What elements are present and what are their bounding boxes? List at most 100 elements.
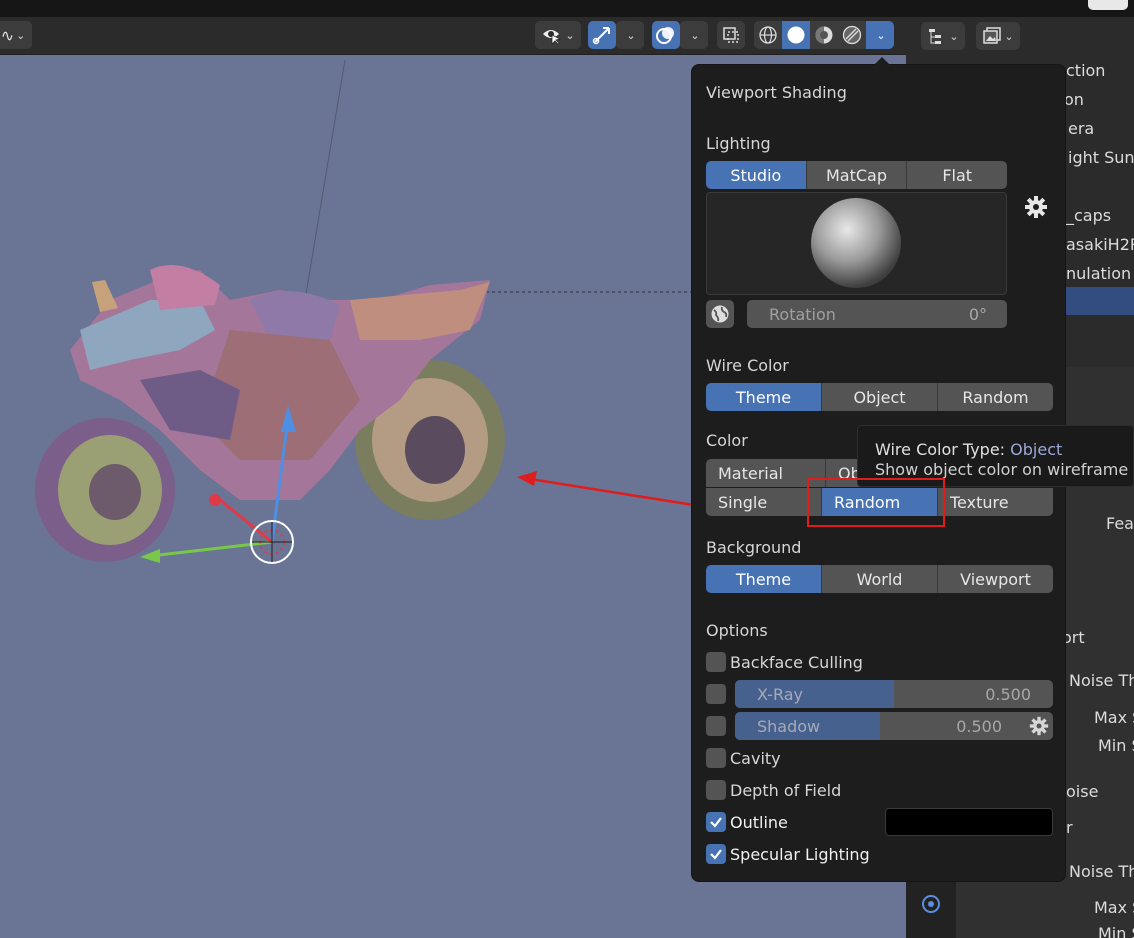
property-label: Min S bbox=[1098, 736, 1134, 755]
overlays-icon bbox=[656, 27, 674, 44]
shadow-checkbox[interactable] bbox=[706, 716, 726, 736]
property-label: Min S bbox=[1098, 924, 1134, 938]
shading-rendered-button[interactable] bbox=[838, 21, 866, 49]
studio-light-preview[interactable] bbox=[706, 192, 1007, 295]
overlays-dropdown[interactable]: ⌄ bbox=[680, 21, 708, 49]
shadow-label: Shadow bbox=[757, 716, 821, 736]
outliner-row[interactable]: _caps bbox=[1066, 201, 1134, 230]
options-label: Options bbox=[706, 621, 768, 640]
shading-wireframe-button[interactable] bbox=[754, 21, 782, 49]
shadow-settings-button[interactable] bbox=[1024, 712, 1053, 740]
color-texture-option[interactable]: Texture bbox=[938, 488, 1053, 516]
specular-lighting-label: Specular Lighting bbox=[730, 845, 870, 864]
property-label: Noise Th bbox=[1069, 671, 1134, 690]
shading-solid-button[interactable] bbox=[782, 21, 810, 49]
outline-checkbox[interactable] bbox=[706, 812, 726, 832]
image-stack-icon bbox=[983, 27, 1002, 44]
shading-dropdown-button[interactable]: ⌄ bbox=[866, 21, 894, 49]
chevron-down-icon: ⌄ bbox=[1004, 29, 1014, 43]
xray-toggle-button[interactable] bbox=[717, 21, 745, 49]
chevron-down-icon: ⌄ bbox=[565, 28, 575, 42]
xray-label: X-Ray bbox=[757, 684, 803, 704]
cavity-label: Cavity bbox=[730, 749, 781, 768]
tooltip-title: Wire Color Type: Object bbox=[875, 440, 1062, 459]
lighting-studio-option[interactable]: Studio bbox=[706, 161, 807, 189]
tooltip-description: Show object color on wireframe bbox=[875, 460, 1129, 479]
world-space-lighting-toggle[interactable] bbox=[706, 300, 734, 328]
top-right-button[interactable] bbox=[1088, 0, 1128, 10]
popover-title: Viewport Shading bbox=[706, 83, 847, 102]
outliner-row[interactable]: ction bbox=[1066, 56, 1134, 85]
tooltip-title-prefix: Wire Color Type: bbox=[875, 440, 1006, 459]
wire-color-label: Wire Color bbox=[706, 356, 789, 375]
lighting-flat-option[interactable]: Flat bbox=[907, 161, 1007, 189]
chevron-down-icon: ⌄ bbox=[876, 28, 886, 42]
eye-cursor-icon bbox=[543, 30, 562, 45]
property-label: oise bbox=[1066, 782, 1099, 801]
outliner-row[interactable]: era bbox=[1068, 114, 1134, 143]
rendered-sphere-icon bbox=[842, 25, 862, 45]
popover-caret bbox=[873, 57, 891, 66]
selectability-visibility-button[interactable]: ⌄ bbox=[535, 21, 581, 49]
gizmo-arrow-icon bbox=[592, 27, 610, 45]
outliner-row-selected[interactable] bbox=[1066, 287, 1134, 315]
background-world-option[interactable]: World bbox=[822, 565, 938, 593]
chevron-down-icon: ⌄ bbox=[949, 29, 959, 43]
outliner-header: ⌄ ⌄ bbox=[906, 17, 1134, 57]
background-viewport-option[interactable]: Viewport bbox=[938, 565, 1053, 593]
outline-label: Outline bbox=[730, 813, 788, 832]
rotation-label: Rotation bbox=[769, 304, 836, 324]
xray-checkbox[interactable] bbox=[706, 684, 726, 704]
checkmark-icon bbox=[710, 849, 722, 860]
display-mode-dropdown[interactable]: ⌄ bbox=[921, 22, 965, 50]
property-label: Max S bbox=[1094, 708, 1134, 727]
gizmo-toggle-button[interactable] bbox=[588, 21, 616, 49]
property-label: Noise Th bbox=[1069, 862, 1134, 881]
shadow-value: 0.500 bbox=[956, 716, 1002, 736]
tooltip-title-value: Object bbox=[1010, 440, 1063, 459]
curve-dropdown[interactable]: ∿ ⌄ bbox=[0, 21, 32, 49]
color-label: Color bbox=[706, 431, 748, 450]
background-label: Background bbox=[706, 538, 802, 557]
gizmo-dropdown[interactable]: ⌄ bbox=[616, 21, 644, 49]
outliner-row[interactable]: ight Sun bbox=[1068, 143, 1134, 172]
overlays-toggle-button[interactable] bbox=[652, 21, 680, 49]
xray-value: 0.500 bbox=[985, 684, 1031, 704]
property-label: Max S bbox=[1094, 898, 1134, 917]
outliner-row[interactable]: nulation bbox=[1066, 259, 1134, 288]
annotation-highlight-box bbox=[807, 478, 945, 527]
depth-of-field-checkbox[interactable] bbox=[706, 780, 726, 800]
cavity-checkbox[interactable] bbox=[706, 748, 726, 768]
shadow-slider[interactable]: Shadow 0.500 bbox=[735, 712, 1024, 740]
globe-icon bbox=[711, 305, 729, 323]
outliner-tree-icon bbox=[929, 29, 942, 44]
matcap-sphere-image bbox=[811, 198, 901, 288]
top-bar bbox=[0, 0, 1134, 17]
outline-color-swatch[interactable] bbox=[885, 808, 1053, 836]
wireframe-sphere-icon bbox=[759, 26, 777, 44]
background-selector: Theme World Viewport bbox=[706, 565, 1053, 593]
gear-icon[interactable] bbox=[1024, 195, 1048, 219]
xray-icon bbox=[723, 27, 739, 43]
filter-dropdown[interactable]: ⌄ bbox=[976, 22, 1020, 50]
property-label: r bbox=[1066, 818, 1073, 837]
outliner-row[interactable]: on bbox=[1064, 85, 1134, 114]
lighting-matcap-option[interactable]: MatCap bbox=[806, 161, 908, 189]
property-label: Fea bbox=[1106, 514, 1134, 533]
wire-color-selector: Theme Object Random bbox=[706, 383, 1053, 411]
gear-icon bbox=[1029, 716, 1048, 736]
wire-color-theme-option[interactable]: Theme bbox=[706, 383, 822, 411]
specular-lighting-checkbox[interactable] bbox=[706, 844, 726, 864]
background-theme-option[interactable]: Theme bbox=[706, 565, 822, 593]
rotation-field[interactable]: Rotation 0° bbox=[747, 300, 1007, 328]
chevron-down-icon: ⌄ bbox=[690, 28, 700, 42]
color-single-option[interactable]: Single bbox=[706, 488, 822, 516]
outliner-row[interactable]: asakiH2R bbox=[1066, 230, 1134, 259]
wire-color-random-option[interactable]: Random bbox=[938, 383, 1053, 411]
lighting-label: Lighting bbox=[706, 134, 771, 153]
backface-culling-checkbox[interactable] bbox=[706, 652, 726, 672]
xray-slider[interactable]: X-Ray 0.500 bbox=[735, 680, 1053, 708]
physics-icon[interactable] bbox=[920, 893, 942, 915]
wire-color-object-option[interactable]: Object bbox=[822, 383, 938, 411]
shading-material-button[interactable] bbox=[810, 21, 838, 49]
